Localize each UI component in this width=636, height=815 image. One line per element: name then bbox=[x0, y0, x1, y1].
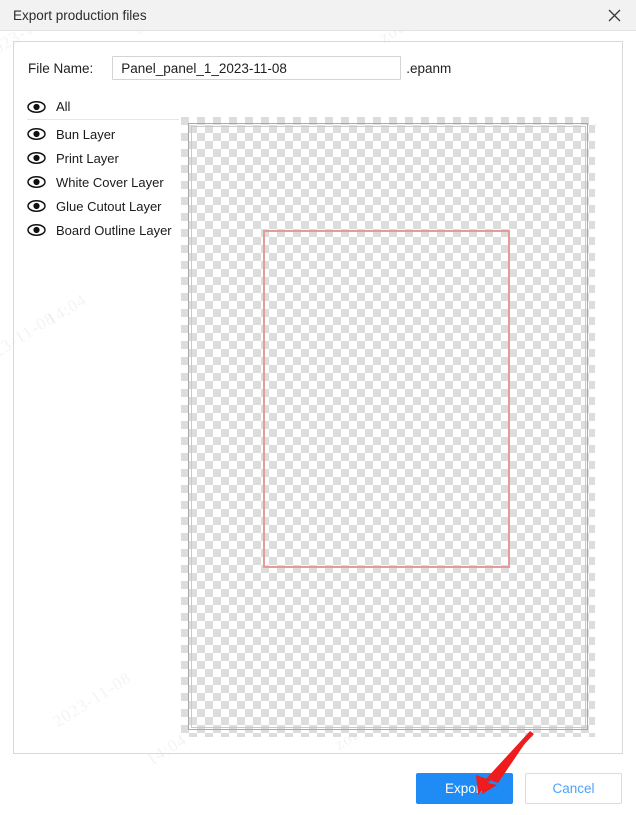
eye-icon[interactable] bbox=[27, 127, 46, 141]
layer-item-board-outline-layer[interactable]: Board Outline Layer bbox=[27, 218, 179, 242]
filename-extension-label: .epanm bbox=[406, 60, 452, 76]
cancel-button[interactable]: Cancel bbox=[525, 773, 622, 804]
board-outline-shape bbox=[263, 230, 510, 568]
filename-input[interactable] bbox=[112, 56, 402, 80]
eye-icon[interactable] bbox=[27, 100, 46, 114]
layer-item-bun-layer[interactable]: Bun Layer bbox=[27, 122, 179, 146]
layer-item-label: All bbox=[56, 99, 71, 114]
layer-list: All Bun Layer Print Layer White Cover La… bbox=[27, 95, 179, 242]
eye-icon[interactable] bbox=[27, 151, 46, 165]
close-icon bbox=[608, 9, 621, 22]
filename-label: File Name: bbox=[28, 60, 94, 76]
eye-icon[interactable] bbox=[27, 175, 46, 189]
layer-item-print-layer[interactable]: Print Layer bbox=[27, 146, 179, 170]
layer-item-label: Print Layer bbox=[56, 150, 119, 166]
layer-item-label: White Cover Layer bbox=[56, 174, 164, 190]
layer-item-label: Board Outline Layer bbox=[56, 222, 172, 238]
eye-icon[interactable] bbox=[27, 199, 46, 213]
dialog-title-bar: Export production files bbox=[0, 0, 636, 31]
eye-icon[interactable] bbox=[27, 223, 46, 237]
layer-item-glue-cutout-layer[interactable]: Glue Cutout Layer bbox=[27, 194, 179, 218]
dialog-body: File Name: .epanm All Bun Layer bbox=[0, 31, 636, 804]
filename-row: File Name: .epanm bbox=[28, 56, 451, 80]
export-button[interactable]: Export bbox=[416, 773, 513, 804]
layer-item-white-cover-layer[interactable]: White Cover Layer bbox=[27, 170, 179, 194]
preview-canvas[interactable] bbox=[178, 114, 598, 740]
dialog-title: Export production files bbox=[13, 7, 147, 23]
layer-item-all[interactable]: All bbox=[27, 95, 179, 120]
layer-item-label: Bun Layer bbox=[56, 126, 116, 142]
layer-item-label: Glue Cutout Layer bbox=[56, 198, 162, 214]
close-button[interactable] bbox=[592, 0, 636, 31]
dialog-footer: Export Cancel bbox=[0, 760, 636, 815]
